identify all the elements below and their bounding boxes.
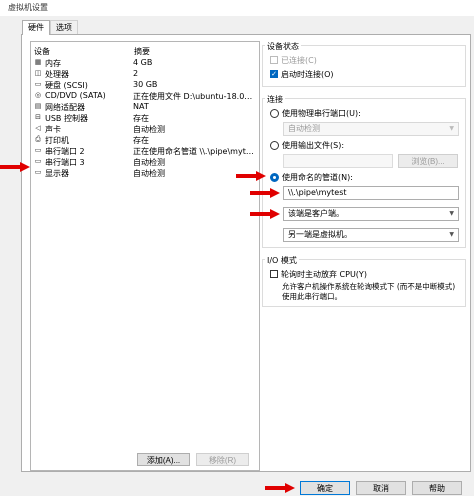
device-name: 硬盘 (SCSI) (45, 81, 88, 90)
physical-port-radio[interactable] (270, 109, 279, 118)
named-pipe-label: 使用命名的管道(N): (282, 173, 353, 182)
device-row[interactable]: ◫ 处理器 2 (33, 69, 258, 79)
device-row[interactable]: ▭ 硬盘 (SCSI) 30 GB (33, 80, 258, 90)
remove-device-button[interactable]: 移除(R) (196, 453, 249, 466)
device-name: USB 控制器 (45, 114, 88, 123)
connect-at-power-on-checkbox[interactable]: ✓ (270, 70, 278, 78)
device-row[interactable]: ▭ 串行端口 2 正在使用命名管道 \\.\pipe\mytest (33, 146, 258, 156)
device-name: 网络适配器 (45, 103, 85, 112)
device-row[interactable]: ▭ 显示器 自动检测 (33, 168, 258, 178)
annotation-arrow-ok (265, 483, 295, 493)
output-file-input[interactable] (283, 154, 393, 168)
sound-card-icon: ◁ (35, 124, 41, 132)
device-name: CD/DVD (SATA) (45, 91, 106, 100)
io-mode-description: 允许客户机操作系统在轮询模式下 (而不是中断模式)使用此串行端口。 (282, 282, 456, 301)
chevron-down-icon: ▼ (449, 231, 454, 238)
device-name: 显示器 (45, 169, 69, 178)
display-icon: ▭ (34, 168, 42, 176)
device-summary: 存在 (133, 136, 149, 145)
network-adapter-icon: ▤ (34, 102, 42, 110)
annotation-arrow-named-pipe (236, 171, 266, 181)
tab-hardware[interactable]: 硬件 (22, 20, 50, 35)
device-name: 串行端口 2 (45, 147, 85, 156)
browse-button[interactable]: 浏览(B)... (398, 154, 458, 168)
device-summary: 存在 (133, 114, 149, 123)
yield-cpu-checkbox[interactable] (270, 270, 278, 278)
output-file-radio[interactable] (270, 141, 279, 150)
device-name: 内存 (45, 59, 61, 68)
device-name: 声卡 (45, 125, 61, 134)
cancel-button[interactable]: 取消 (356, 481, 406, 495)
device-row[interactable]: ▦ 内存 4 GB (33, 58, 258, 68)
usb-controller-icon: ⊟ (35, 113, 41, 121)
pipe-other-end-select[interactable]: 另一端是虚拟机。 ▼ (283, 228, 459, 242)
chevron-down-icon: ▼ (449, 210, 454, 217)
device-summary: 自动检测 (133, 125, 165, 134)
device-summary: 自动检测 (133, 158, 165, 167)
physical-port-label: 使用物理串行端口(U): (282, 109, 361, 118)
named-pipe-radio[interactable] (270, 173, 279, 182)
device-row[interactable]: ▭ 串行端口 3 自动检测 (33, 157, 258, 167)
header-summary: 摘要 (134, 47, 150, 56)
device-row[interactable]: ▤ 网络适配器 NAT (33, 102, 258, 112)
device-summary: 正在使用文件 D:\ubuntu-18.04... (133, 92, 256, 101)
cd-dvd-icon: ◎ (34, 91, 42, 99)
annotation-arrow-serial-port-3 (0, 162, 30, 172)
device-row[interactable]: ⎙ 打印机 存在 (33, 135, 258, 145)
header-device: 设备 (34, 47, 50, 56)
device-summary: NAT (133, 102, 149, 111)
processor-icon: ◫ (34, 69, 42, 77)
tab-options[interactable]: 选项 (50, 20, 78, 35)
device-row[interactable]: ⊟ USB 控制器 存在 (33, 113, 258, 123)
title-bar: 虚拟机设置 (0, 0, 474, 16)
pipe-end-value: 该端是客户端。 (288, 209, 344, 218)
add-device-button[interactable]: 添加(A)... (137, 453, 190, 466)
annotation-arrow-end-select (250, 209, 280, 219)
serial-port-icon: ▭ (34, 146, 42, 154)
device-summary: 4 GB (133, 58, 153, 67)
printer-icon: ⎙ (35, 135, 41, 143)
device-summary: 30 GB (133, 80, 158, 89)
connected-label: 已连接(C) (281, 56, 317, 65)
pipe-end-select[interactable]: 该端是客户端。 ▼ (283, 207, 459, 221)
pipe-other-end-value: 另一端是虚拟机。 (288, 230, 352, 239)
physical-port-value: 自动检测 (288, 124, 320, 133)
hard-disk-icon: ▭ (34, 80, 42, 88)
device-name: 处理器 (45, 70, 69, 79)
named-pipe-input[interactable]: \\.\pipe\mytest (283, 186, 459, 200)
device-summary: 2 (133, 69, 139, 78)
output-file-label: 使用输出文件(S): (282, 141, 345, 150)
device-summary: 正在使用命名管道 \\.\pipe\mytest (133, 147, 256, 156)
chevron-down-icon: ▼ (449, 125, 454, 132)
io-mode-title: I/O 模式 (265, 255, 299, 266)
help-button[interactable]: 帮助 (412, 481, 462, 495)
window-title: 虚拟机设置 (8, 3, 48, 12)
ok-button[interactable]: 确定 (300, 481, 350, 495)
yield-cpu-label: 轮询时主动放弃 CPU(Y) (281, 270, 367, 279)
device-name: 串行端口 3 (45, 158, 85, 167)
connection-title: 连接 (265, 94, 285, 105)
connected-checkbox[interactable] (270, 56, 278, 64)
memory-icon: ▦ (34, 58, 42, 66)
connect-at-power-on-label: 启动时连接(O) (281, 70, 334, 79)
serial-port-icon: ▭ (34, 157, 42, 165)
device-row[interactable]: ◁ 声卡 自动检测 (33, 124, 258, 134)
annotation-arrow-pipe-name (250, 188, 280, 198)
device-status-title: 设备状态 (265, 41, 301, 52)
device-row[interactable]: ◎ CD/DVD (SATA) 正在使用文件 D:\ubuntu-18.04... (33, 91, 258, 101)
physical-port-select[interactable]: 自动检测 ▼ (283, 122, 459, 136)
device-name: 打印机 (45, 136, 69, 145)
